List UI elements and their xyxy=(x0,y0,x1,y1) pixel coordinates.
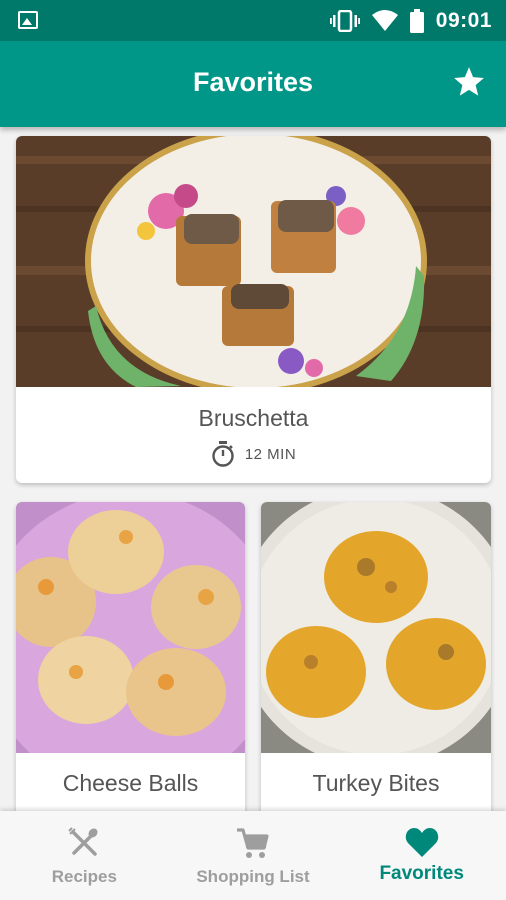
recipe-time-label: 12 MIN xyxy=(244,445,297,463)
nav-label: Favorites xyxy=(379,863,464,884)
nav-label: Recipes xyxy=(51,867,117,886)
recipe-title: Turkey Bites xyxy=(312,770,440,796)
status-time: 09:01 xyxy=(435,9,492,32)
cheese-balls-photo xyxy=(16,502,245,753)
status-bar: 09:01 xyxy=(0,0,506,41)
star-icon[interactable] xyxy=(452,65,486,99)
turkey-bites-photo xyxy=(261,502,491,753)
nav-label: Shopping List xyxy=(196,867,310,886)
nav-item-recipes[interactable]: Recipes xyxy=(0,811,169,900)
nav-item-shopping-list[interactable]: Shopping List xyxy=(169,811,338,900)
heart-icon xyxy=(405,828,438,857)
battery-icon xyxy=(409,9,424,33)
favorites-list[interactable]: Bruschetta 12 MIN Cheese Balls Turkey Bi… xyxy=(0,127,506,811)
recipe-card-cheese-balls[interactable]: Cheese Balls xyxy=(16,502,245,811)
fork-spoon-icon xyxy=(68,827,98,856)
page-title: Favorites xyxy=(192,67,314,97)
status-icons: 09:01 xyxy=(329,8,492,34)
bottom-nav: Recipes Shopping List Favorites xyxy=(0,811,506,900)
app-bar: Favorites xyxy=(0,41,506,127)
wifi-icon xyxy=(371,10,398,31)
bruschetta-photo xyxy=(16,136,491,387)
timer-icon xyxy=(212,441,234,467)
vibrate-icon xyxy=(329,10,360,32)
gallery-notification-icon xyxy=(18,11,38,29)
recipe-title: Cheese Balls xyxy=(62,770,199,796)
recipe-time: 12 MIN xyxy=(16,441,491,467)
recipe-card-turkey-bites[interactable]: Turkey Bites xyxy=(261,502,491,811)
recipe-card-bruschetta[interactable]: Bruschetta 12 MIN xyxy=(16,136,491,483)
nav-item-favorites[interactable]: Favorites xyxy=(337,811,506,900)
cart-icon xyxy=(237,828,269,858)
recipe-title: Bruschetta xyxy=(198,405,309,431)
